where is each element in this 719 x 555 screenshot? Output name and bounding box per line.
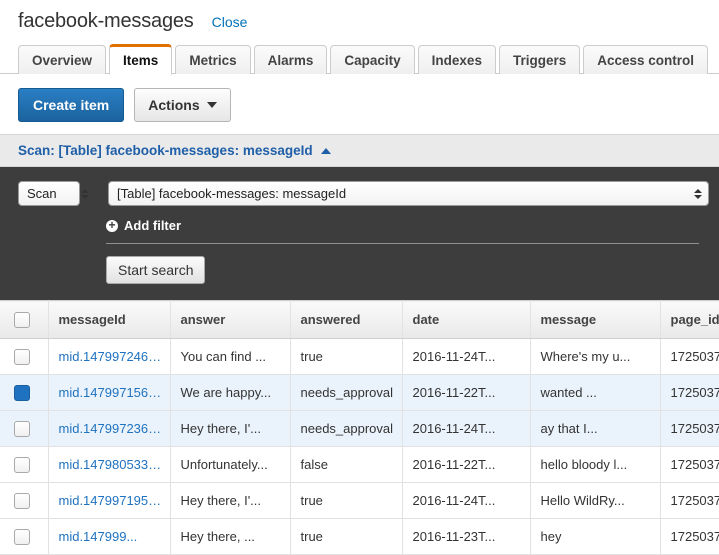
cell-message[interactable]: wanted ...	[530, 374, 661, 411]
cell-messageid: mid.147997156…	[48, 374, 171, 411]
select-all-header	[0, 300, 49, 339]
row-checkbox[interactable]	[14, 492, 30, 509]
cell-date[interactable]: 2016-11-24T...	[402, 338, 531, 375]
row-select-cell	[0, 374, 49, 411]
tab-bar: Overview Items Metrics Alarms Capacity I…	[0, 43, 719, 75]
tab-indexes[interactable]: Indexes	[417, 45, 496, 74]
add-filter-button[interactable]: + Add filter	[106, 218, 181, 233]
start-search-button[interactable]: Start search	[106, 256, 206, 284]
cell-page-id[interactable]: 17250379	[660, 410, 719, 447]
row-checkbox[interactable]	[14, 384, 30, 401]
table-header-row: messageId answer answered date message p…	[0, 300, 719, 339]
cell-date[interactable]: 2016-11-22T...	[402, 446, 531, 483]
column-header-answered[interactable]: answered	[290, 300, 403, 339]
row-checkbox[interactable]	[14, 456, 30, 473]
cell-messageid: mid.147997195…	[48, 482, 171, 519]
tab-metrics[interactable]: Metrics	[175, 45, 251, 74]
items-table-wrap: messageId answer answered date message p…	[0, 300, 719, 555]
cell-message[interactable]: Hello WildRy...	[530, 482, 661, 519]
cell-message[interactable]: Where's my u...	[530, 338, 661, 375]
tab-access-control[interactable]: Access control	[583, 45, 709, 74]
cell-message[interactable]: ay that I...	[530, 410, 661, 447]
chevron-down-icon	[206, 102, 217, 108]
start-search-row: Start search	[106, 256, 709, 284]
table-row[interactable]: mid.147997246… You can find ... true 201…	[0, 338, 719, 375]
cell-page-id[interactable]: 17250379	[660, 482, 719, 519]
tab-alarms[interactable]: Alarms	[253, 45, 328, 74]
tab-overview[interactable]: Overview	[18, 45, 107, 74]
row-select-cell	[0, 338, 49, 375]
query-panel: Scan [Table] facebook-messages: messageI…	[0, 167, 719, 300]
messageid-link[interactable]: mid.147997195…	[59, 493, 162, 508]
create-item-button[interactable]: Create item	[18, 88, 125, 122]
operation-select-wrap: Scan	[18, 181, 96, 206]
messageid-link[interactable]: mid.147980533…	[59, 457, 162, 472]
messageid-link[interactable]: mid.147997236…	[59, 421, 162, 436]
tab-capacity[interactable]: Capacity	[330, 45, 415, 74]
cell-messageid: mid.147997236…	[48, 410, 171, 447]
operation-select[interactable]: Scan	[18, 181, 80, 206]
index-select-wrap: [Table] facebook-messages: messageId	[108, 181, 709, 206]
page-title: facebook-messages	[18, 10, 194, 32]
column-header-date[interactable]: date	[402, 300, 531, 339]
table-row[interactable]: mid.147980533… Unfortunately... false 20…	[0, 446, 719, 483]
add-filter-label: Add filter	[124, 218, 182, 233]
close-link[interactable]: Close	[212, 14, 248, 30]
action-toolbar: Create item Actions	[0, 74, 719, 134]
messageid-link[interactable]: mid.147997246…	[59, 349, 162, 364]
scan-summary-bar[interactable]: Scan: [Table] facebook-messages: message…	[0, 134, 719, 167]
row-select-cell	[0, 410, 49, 447]
row-checkbox[interactable]	[14, 348, 30, 365]
items-table: messageId answer answered date message p…	[0, 300, 719, 555]
tab-items[interactable]: Items	[109, 44, 173, 75]
cell-answered[interactable]: true	[290, 482, 403, 519]
cell-answered[interactable]: true	[290, 338, 403, 375]
table-row[interactable]: mid.147997236… Hey there, I'... needs_ap…	[0, 410, 719, 447]
row-select-cell	[0, 446, 49, 483]
panel-divider	[106, 243, 699, 244]
cell-messageid: mid.147997246…	[48, 338, 171, 375]
cell-answer[interactable]: Unfortunately...	[170, 446, 291, 483]
column-header-messageid[interactable]: messageId	[48, 300, 171, 339]
column-header-answer[interactable]: answer	[170, 300, 291, 339]
index-select[interactable]: [Table] facebook-messages: messageId	[108, 181, 709, 206]
cell-date[interactable]: 2016-11-22T...	[402, 374, 531, 411]
select-stepper-icon	[81, 188, 89, 199]
cell-answered[interactable]: needs_approval	[290, 410, 403, 447]
actions-label: Actions	[148, 97, 200, 113]
items-table-head: messageId answer answered date message p…	[0, 300, 719, 339]
select-all-checkbox[interactable]	[14, 311, 30, 328]
cell-page-id[interactable]: 17250379	[660, 374, 719, 411]
column-header-message[interactable]: message	[530, 300, 661, 339]
cell-date[interactable]: 2016-11-24T...	[402, 410, 531, 447]
cell-answer[interactable]: Hey there, I'...	[170, 410, 291, 447]
row-select-cell	[0, 482, 49, 519]
tab-triggers[interactable]: Triggers	[498, 45, 581, 74]
cell-answered[interactable]: false	[290, 446, 403, 483]
items-table-body: mid.147997246… You can find ... true 201…	[0, 338, 719, 555]
query-selectors-row: Scan [Table] facebook-messages: messageI…	[18, 181, 709, 206]
cell-answer[interactable]: You can find ...	[170, 338, 291, 375]
table-row[interactable]: mid.147997195… Hey there, I'... true 201…	[0, 482, 719, 519]
cell-page-id[interactable]: 17250379	[660, 446, 719, 483]
cell-answer[interactable]: Hey there, I'...	[170, 482, 291, 519]
cell-page-id[interactable]: 17250379	[660, 338, 719, 375]
cell-messageid: mid.147980533…	[48, 446, 171, 483]
plus-icon: +	[106, 219, 118, 232]
row-checkbox[interactable]	[14, 420, 30, 437]
table-row[interactable]: mid.147997156… We are happy... needs_app…	[0, 374, 719, 411]
actions-dropdown-button[interactable]: Actions	[134, 88, 231, 122]
cell-date[interactable]: 2016-11-24T...	[402, 482, 531, 519]
scan-summary-text: Scan: [Table] facebook-messages: message…	[18, 143, 313, 158]
cell-answered[interactable]: needs_approval	[290, 374, 403, 411]
cell-message[interactable]: hello bloody l...	[530, 446, 661, 483]
cell-answer[interactable]: We are happy...	[170, 374, 291, 411]
chevron-up-icon	[320, 147, 331, 154]
messageid-link[interactable]: mid.147997156…	[59, 385, 162, 400]
page-header: facebook-messages Close	[0, 0, 719, 33]
column-header-page-id[interactable]: page_id	[660, 300, 719, 339]
